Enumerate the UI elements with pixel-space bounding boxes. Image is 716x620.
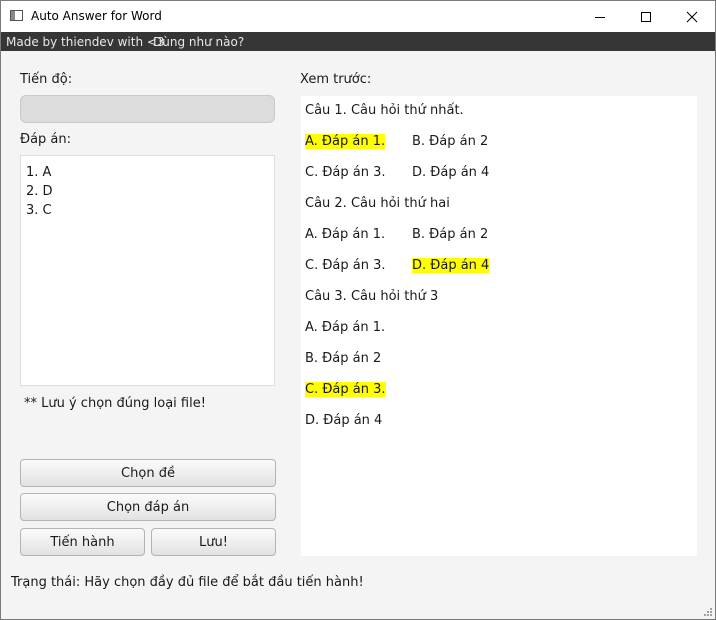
q1-option-b: B. Đáp án 2 [412,134,489,149]
answer-line: 2. D [26,184,53,199]
maximize-icon [641,11,651,22]
save-button[interactable]: Lưu! [151,528,276,556]
run-button[interactable]: Tiến hành [20,528,145,556]
q3-option-c-highlighted: C. Đáp án 3. [305,382,386,397]
q3-question: Câu 3. Câu hỏi thứ 3 [305,289,439,304]
q2-option-c: C. Đáp án 3. [305,258,386,273]
q3-option-d: D. Đáp án 4 [305,413,383,428]
progress-label: Tiến độ: [20,72,73,87]
q3-option-a: A. Đáp án 1. [305,320,386,335]
resize-grip-icon[interactable] [703,607,713,617]
menu-bar: Made by thiendev with <3 Dùng như nào? [1,32,715,51]
minimize-icon [595,16,605,18]
q2-option-b: B. Đáp án 2 [412,227,489,242]
answer-line: 1. A [26,165,52,180]
answers-textarea[interactable]: 1. A 2. D 3. C [20,155,275,386]
window-title: Auto Answer for Word [31,9,162,23]
title-bar[interactable]: Auto Answer for Word [1,1,715,32]
q2-option-a: A. Đáp án 1. [305,227,386,242]
q1-question: Câu 1. Câu hỏi thứ nhất. [305,103,464,118]
minimize-button[interactable] [577,1,623,32]
q1-option-a-highlighted: A. Đáp án 1. [305,134,386,149]
app-window: Auto Answer for Word Made by thiendev wi… [0,0,716,620]
status-text: Trạng thái: Hãy chọn đầy đủ file để bắt … [11,575,364,590]
q2-option-d-highlighted: D. Đáp án 4 [412,258,490,273]
close-button[interactable] [669,1,715,32]
q1-option-c: C. Đáp án 3. [305,165,386,180]
q1-option-d: D. Đáp án 4 [412,165,490,180]
q3-option-b: B. Đáp án 2 [305,351,382,366]
file-type-note: ** Lưu ý chọn đúng loại file! [24,396,206,411]
preview-pane[interactable]: Câu 1. Câu hỏi thứ nhất. A. Đáp án 1. B.… [301,96,697,556]
close-icon [686,11,698,22]
answers-label: Đáp án: [20,132,72,147]
choose-answers-button[interactable]: Chọn đáp án [20,493,276,521]
choose-exam-button[interactable]: Chọn đề [20,459,276,487]
maximize-button[interactable] [623,1,669,32]
preview-label: Xem trước: [300,72,372,87]
menu-item-help[interactable]: Dùng như nào? [153,35,244,49]
q2-question: Câu 2. Câu hỏi thứ hai [305,196,450,211]
answer-line: 3. C [26,203,52,218]
menu-item-credit[interactable]: Made by thiendev with <3 [6,35,165,49]
progress-bar [20,95,275,123]
app-window-icon [10,10,23,21]
